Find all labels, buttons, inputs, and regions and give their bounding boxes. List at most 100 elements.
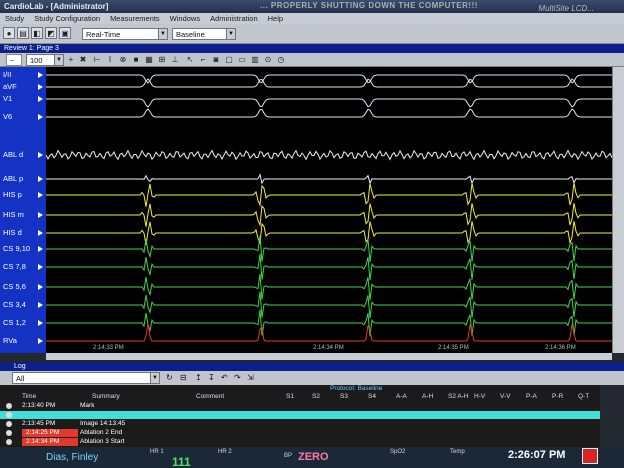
log-column-header[interactable]: S3 [340,393,348,401]
review-icon[interactable]: ▤ [17,27,29,39]
clock-icon[interactable]: ◷ [276,55,286,65]
channel-arrow-icon[interactable] [38,230,43,236]
channel-arrow-icon[interactable] [38,284,43,290]
channel-arrow-icon[interactable] [38,264,43,270]
log-filter-value: All [16,374,25,383]
move-up-icon[interactable]: ↥ [195,373,202,382]
channel-arrow-icon[interactable] [38,320,43,326]
vertical-scrollbar[interactable] [612,67,624,353]
minus-button[interactable]: − [6,54,22,66]
channel-label: HIS d [3,228,22,237]
waveform-trace [46,273,612,301]
save-icon[interactable]: ▭ [237,55,247,65]
log-row[interactable]: 2:14:25 PM Ablation 2 End [0,429,600,437]
log-column-header[interactable]: Time [22,393,36,401]
record-icon[interactable]: ● [3,27,15,39]
select-icon[interactable]: ⌐ [198,55,208,65]
channel-arrow-icon[interactable] [38,176,43,182]
log-row[interactable]: 2:14:34 PM Ablation 3 Start [0,438,600,446]
layout-icon[interactable]: ▥ [250,55,260,65]
log-column-header[interactable]: A-A [396,393,407,401]
horizontal-scrollbar[interactable] [46,353,612,360]
export-icon[interactable]: ⇲ [247,373,254,382]
log-tab[interactable]: Log [0,362,624,371]
status-bar: Dias, Finley HR 1 111 HR 2 BP ZERO SpO2 … [0,447,624,468]
marker-icon[interactable]: ⊥ [170,55,180,65]
channel-arrow-icon[interactable] [38,96,43,102]
clock: 2:26:07 PM [508,449,566,461]
row-status-icon [6,439,12,445]
main-toolbar: ● ▤ ◧ ◩ ▣ Real-Time ▼ Baseline ▼ [0,24,624,44]
speed-value: 100 [30,56,43,65]
log-column-header[interactable]: S4 [368,393,376,401]
move-down-icon[interactable]: ↧ [208,373,215,382]
pointer-icon[interactable]: ↖ [185,55,195,65]
menu-study[interactable]: Study [0,13,29,24]
channel-arrow-icon[interactable] [38,72,43,78]
channel-arrow-icon[interactable] [38,338,43,344]
row-status-icon [6,430,12,436]
baseline-select[interactable]: Baseline ▼ [172,28,236,40]
waveform-toolbar: − 100 ▼ + ✖ ⊢ I ⊗ ■ ▦ ⊞ ⊥ ↖ ⌐ ◙ ▢ ▭ ▥ ⊙ ◷ [0,53,624,67]
copy-icon[interactable]: ▢ [224,55,234,65]
filter-icon[interactable]: ⊟ [180,373,187,382]
log-column-header[interactable]: S2 [312,393,320,401]
log-column-header[interactable]: Summary [92,393,120,401]
log-row[interactable] [0,411,600,419]
log-column-header[interactable]: V-V [500,393,510,401]
menu-help[interactable]: Help [263,13,288,24]
waveform-display[interactable]: 2:14:33 PM 2:14:34 PM 2:14:35 PM 2:14:36 PM [46,67,612,353]
map-icon[interactable]: ◩ [45,27,57,39]
scale-icon[interactable]: ⊞ [157,55,167,65]
review-tab[interactable]: Review 1: Page 3 [0,44,624,53]
alarm-icon[interactable] [582,448,598,464]
stim-icon[interactable]: ◧ [31,27,43,39]
text-cursor-icon[interactable]: I [105,55,115,65]
log-row[interactable]: 2:13:45 PM Image 14:13:45 [0,420,600,428]
waveform-trace [46,291,612,319]
channel-arrow-icon[interactable] [38,152,43,158]
tools-icon[interactable]: ✖ [78,55,88,65]
log-row[interactable]: 2:13:40 PM Mark [0,402,600,410]
chevron-down-icon: ▼ [158,29,167,39]
mode-select[interactable]: Real-Time ▼ [82,28,168,40]
redo-icon[interactable]: ↷ [234,373,241,382]
channel-arrow-icon[interactable] [38,192,43,198]
log-column-header[interactable]: H-V [474,393,485,401]
menu-bar: Study Study Configuration Measurements Wind… [0,13,624,24]
channel-arrow-icon[interactable] [38,114,43,120]
undo-icon[interactable]: ↶ [221,373,228,382]
channel-arrow-icon[interactable] [38,246,43,252]
log-column-header[interactable]: P-R [552,393,563,401]
channel-arrow-icon[interactable] [38,212,43,218]
grid-icon[interactable]: ▦ [144,55,154,65]
channel-arrow-icon[interactable] [38,84,43,90]
caliper-icon[interactable]: ⊢ [92,55,102,65]
log-column-header[interactable]: S1 [286,393,294,401]
speed-select[interactable]: 100 ▼ [26,54,64,66]
menu-measurements[interactable]: Measurements [105,13,165,24]
channel-label: CS 9,10 [3,244,31,253]
log-column-header[interactable]: A-H [422,393,433,401]
menu-study-configuration[interactable]: Study Configuration [29,13,105,24]
waveform-trace [46,309,612,337]
cancel-icon[interactable]: ⊗ [118,55,128,65]
menu-administration[interactable]: Administration [205,13,263,24]
menu-windows[interactable]: Windows [165,13,205,24]
camera-icon[interactable]: ◙ [211,55,221,65]
stop-icon[interactable]: ■ [131,55,141,65]
log-cell-summary: Image 14:13:45 [80,420,126,427]
plus-icon[interactable]: + [66,55,76,65]
channel-arrow-icon[interactable] [38,302,43,308]
log-column-header[interactable]: Comment [196,393,224,401]
log-tab-label: Log [14,363,26,370]
patient-name: Dias, Finley [46,452,99,463]
log-filter-select[interactable]: All ▼ [12,372,160,384]
log-column-header[interactable]: Q-T [578,393,589,401]
print-icon[interactable]: ▣ [59,27,71,39]
log-column-header[interactable]: P-A [526,393,537,401]
refresh-icon[interactable]: ↻ [166,373,173,382]
channel-label: ABL d [3,150,24,159]
zoom-icon[interactable]: ⊙ [263,55,273,65]
log-column-header[interactable]: S2 A-H [448,393,469,401]
